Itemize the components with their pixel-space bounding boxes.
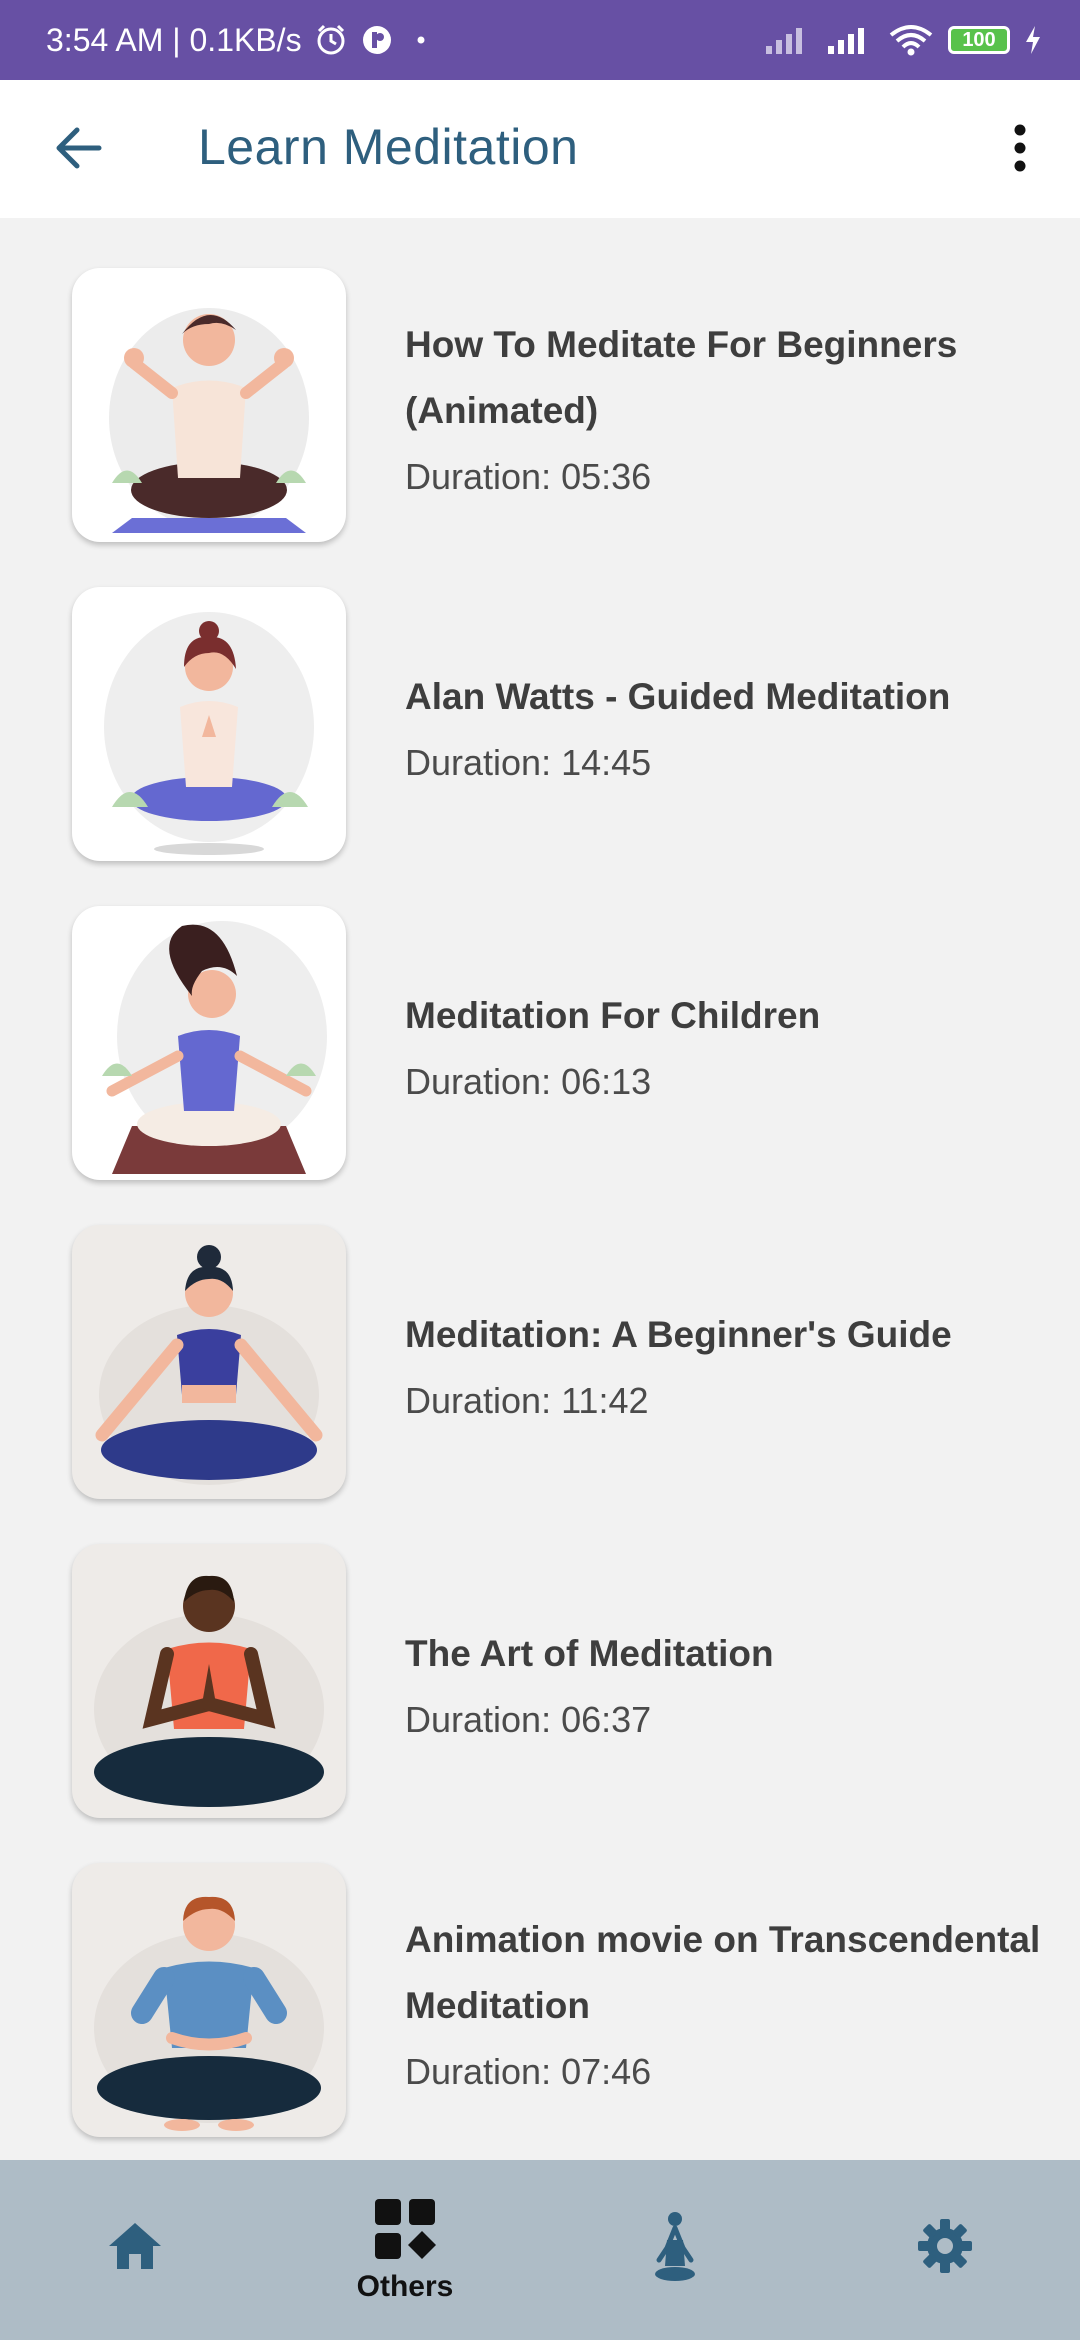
- item-duration: Duration: 07:46: [405, 2051, 652, 2092]
- list-item[interactable]: Alan Watts - Guided Meditation Duration:…: [0, 587, 1080, 907]
- battery-icon: 100: [948, 26, 1010, 54]
- video-thumbnail[interactable]: [72, 1544, 346, 1818]
- item-title: How To Meditate For Beginners (Animated): [405, 324, 958, 431]
- dot-icon: [406, 33, 436, 47]
- bottom-navigation: Others: [0, 2160, 1080, 2340]
- nav-item-meditation[interactable]: [540, 2160, 810, 2340]
- meditation-icon: [653, 2210, 697, 2287]
- video-thumbnail[interactable]: [72, 587, 346, 861]
- nav-label-others: Others: [356, 2269, 454, 2303]
- list-item[interactable]: Meditation: A Beginner's Guide Duration:…: [0, 1225, 1080, 1545]
- app-bar: Learn Meditation: [0, 80, 1080, 218]
- item-duration: Duration: 14:45: [405, 742, 652, 783]
- item-title: Animation movie on Transcendental Medita…: [405, 1919, 1041, 2026]
- video-thumbnail[interactable]: [72, 268, 346, 542]
- item-text: Meditation: A Beginner's Guide Duration:…: [405, 1225, 1060, 1499]
- item-text: Meditation For Children Duration: 06:13: [405, 906, 1060, 1180]
- item-duration: Duration: 05:36: [405, 456, 652, 497]
- item-title: Meditation For Children: [405, 995, 821, 1036]
- more-vert-icon: [1012, 123, 1028, 178]
- arrow-left-icon: [53, 126, 103, 175]
- grid-icon: [373, 2197, 437, 2266]
- item-title: Alan Watts - Guided Meditation: [405, 676, 951, 717]
- list-item[interactable]: Meditation For Children Duration: 06:13: [0, 906, 1080, 1226]
- video-thumbnail[interactable]: [72, 906, 346, 1180]
- video-thumbnail[interactable]: [72, 1863, 346, 2137]
- nav-item-others[interactable]: Others: [270, 2160, 540, 2340]
- home-icon: [106, 2220, 164, 2277]
- nav-item-home[interactable]: [0, 2160, 270, 2340]
- item-duration: Duration: 06:37: [405, 1699, 652, 1740]
- more-options-button[interactable]: [990, 120, 1050, 180]
- alarm-icon: [314, 23, 348, 57]
- charging-icon: [1024, 25, 1042, 55]
- item-text: The Art of Meditation Duration: 06:37: [405, 1544, 1060, 1818]
- page-title: Learn Meditation: [198, 119, 579, 175]
- item-text: How To Meditate For Beginners (Animated)…: [405, 268, 1060, 542]
- wifi-icon: [888, 23, 934, 57]
- list-item[interactable]: The Art of Meditation Duration: 06:37: [0, 1544, 1080, 1864]
- item-title: The Art of Meditation: [405, 1633, 774, 1674]
- status-time: 3:54 AM | 0.1KB/s: [46, 21, 302, 58]
- list-item[interactable]: How To Meditate For Beginners (Animated)…: [0, 268, 1080, 588]
- video-thumbnail[interactable]: [72, 1225, 346, 1499]
- status-bar: 3:54 AM | 0.1KB/s 100: [0, 0, 1080, 80]
- list-item[interactable]: Animation movie on Transcendental Medita…: [0, 1863, 1080, 2183]
- signal-icon: [826, 24, 874, 56]
- settings-icon: [916, 2217, 974, 2280]
- back-button[interactable]: [50, 122, 106, 178]
- app-icon: [360, 23, 394, 57]
- item-duration: Duration: 11:42: [405, 1380, 649, 1421]
- nav-item-settings[interactable]: [810, 2160, 1080, 2340]
- item-text: Animation movie on Transcendental Medita…: [405, 1863, 1060, 2137]
- item-duration: Duration: 06:13: [405, 1061, 652, 1102]
- item-text: Alan Watts - Guided Meditation Duration:…: [405, 587, 1060, 861]
- item-title: Meditation: A Beginner's Guide: [405, 1314, 952, 1355]
- signal-icon: [764, 24, 812, 56]
